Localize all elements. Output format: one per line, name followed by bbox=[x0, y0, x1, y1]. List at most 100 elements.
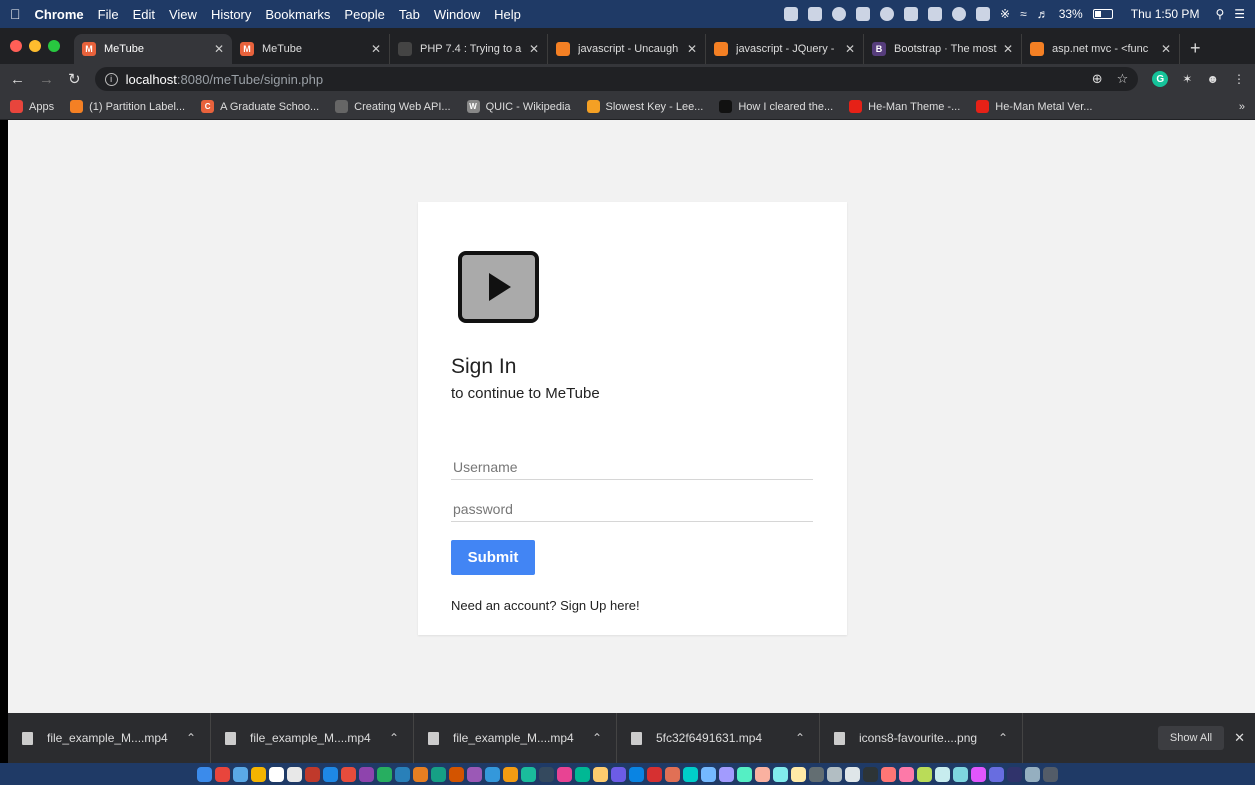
zoom-window-button[interactable] bbox=[48, 40, 60, 52]
dock-app-icon[interactable] bbox=[719, 766, 734, 782]
address-bar[interactable]: i localhost:8080/meTube/signin.php ⊕ ☆ bbox=[94, 67, 1139, 91]
bookmark-item-5[interactable]: Slowest Key - Lee... bbox=[586, 100, 703, 113]
dock-app-icon[interactable] bbox=[665, 766, 680, 782]
status-coffee-icon[interactable] bbox=[928, 7, 943, 21]
dock-app-icon[interactable] bbox=[377, 766, 392, 782]
submit-button[interactable]: Submit bbox=[451, 540, 535, 575]
browser-menu-icon[interactable]: ⋮ bbox=[1233, 72, 1245, 86]
dock-app-icon[interactable] bbox=[287, 766, 302, 782]
show-all-downloads-button[interactable]: Show All bbox=[1157, 726, 1225, 750]
dock-app-icon[interactable] bbox=[935, 766, 950, 782]
bookmark-item-0[interactable]: Apps bbox=[10, 100, 54, 113]
volume-icon[interactable]: ♬ bbox=[1037, 7, 1049, 21]
bookmark-item-7[interactable]: He-Man Theme -... bbox=[849, 100, 960, 113]
close-window-button[interactable] bbox=[10, 40, 22, 52]
tab-6[interactable]: asp.net mvc - <func ✕ bbox=[1022, 34, 1180, 64]
zoom-icon[interactable]: ⊕ bbox=[1092, 71, 1103, 87]
bookmark-item-6[interactable]: How I cleared the... bbox=[719, 100, 833, 113]
download-item-3[interactable]: 5fc32f6491631.mp4 ⌃ bbox=[617, 713, 820, 763]
status-sync-icon[interactable] bbox=[832, 7, 847, 21]
dock-app-icon[interactable] bbox=[359, 766, 374, 782]
site-info-icon[interactable]: i bbox=[104, 72, 118, 86]
dock-app-icon[interactable] bbox=[557, 766, 572, 782]
tab-2[interactable]: PHP 7.4 : Trying to a ✕ bbox=[390, 34, 548, 64]
forward-arrow-icon[interactable]: → bbox=[39, 71, 54, 88]
dock-app-icon[interactable] bbox=[539, 766, 554, 782]
menu-window[interactable]: Window bbox=[434, 7, 480, 22]
status-tool-icon[interactable] bbox=[880, 7, 895, 21]
dock-app-icon[interactable] bbox=[899, 766, 914, 782]
dock-app-icon[interactable] bbox=[233, 766, 248, 782]
dock-app-icon[interactable] bbox=[971, 766, 986, 782]
wifi-icon[interactable]: ≈ bbox=[1020, 7, 1027, 21]
dock-app-icon[interactable] bbox=[683, 766, 698, 782]
download-item-0[interactable]: file_example_M....mp4 ⌃ bbox=[8, 713, 211, 763]
menu-tab[interactable]: Tab bbox=[399, 7, 420, 22]
chevron-up-icon[interactable]: ⌃ bbox=[998, 731, 1008, 745]
download-item-2[interactable]: file_example_M....mp4 ⌃ bbox=[414, 713, 617, 763]
download-item-1[interactable]: file_example_M....mp4 ⌃ bbox=[211, 713, 414, 763]
menu-bookmarks[interactable]: Bookmarks bbox=[265, 7, 330, 22]
username-input[interactable] bbox=[451, 454, 813, 480]
dock-app-icon[interactable] bbox=[881, 766, 896, 782]
tab-close-icon[interactable]: ✕ bbox=[371, 42, 381, 56]
dock-app-icon[interactable] bbox=[773, 766, 788, 782]
dock-app-icon[interactable] bbox=[827, 766, 842, 782]
password-input[interactable] bbox=[451, 496, 813, 522]
signup-link[interactable]: Need an account? Sign Up here! bbox=[451, 598, 640, 613]
bookmarks-overflow-icon[interactable]: » bbox=[1239, 101, 1245, 113]
tab-4[interactable]: javascript - JQuery - ✕ bbox=[706, 34, 864, 64]
dock-app-icon[interactable] bbox=[431, 766, 446, 782]
tab-3[interactable]: javascript - Uncaugh ✕ bbox=[548, 34, 706, 64]
dock-app-icon[interactable] bbox=[629, 766, 644, 782]
status-tool-icon-2[interactable] bbox=[904, 7, 919, 21]
profile-avatar-icon[interactable]: ☻ bbox=[1206, 72, 1219, 86]
dock-app-icon[interactable] bbox=[593, 766, 608, 782]
close-download-shelf-icon[interactable]: ✕ bbox=[1234, 730, 1245, 746]
dock-app-icon[interactable] bbox=[647, 766, 662, 782]
dock-app-icon[interactable] bbox=[863, 766, 878, 782]
spotlight-icon[interactable]: ⚲ bbox=[1215, 7, 1224, 21]
menu-edit[interactable]: Edit bbox=[133, 7, 155, 22]
tab-close-icon[interactable]: ✕ bbox=[1161, 42, 1171, 56]
tab-5[interactable]: B Bootstrap · The most ✕ bbox=[864, 34, 1022, 64]
bookmark-item-3[interactable]: Creating Web API... bbox=[335, 100, 451, 113]
dock-app-icon[interactable] bbox=[395, 766, 410, 782]
bookmark-item-2[interactable]: C A Graduate Schoo... bbox=[201, 100, 319, 113]
chevron-up-icon[interactable]: ⌃ bbox=[592, 731, 602, 745]
dock-app-icon[interactable] bbox=[215, 766, 230, 782]
back-arrow-icon[interactable]: ← bbox=[10, 71, 25, 88]
menu-people[interactable]: People bbox=[344, 7, 384, 22]
grammarly-extension-icon[interactable]: G bbox=[1152, 71, 1169, 87]
apple-menu-icon[interactable]:  bbox=[10, 6, 21, 22]
dock-app-icon[interactable] bbox=[197, 766, 212, 782]
dock-app-icon[interactable] bbox=[989, 766, 1004, 782]
chevron-up-icon[interactable]: ⌃ bbox=[795, 731, 805, 745]
menu-view[interactable]: View bbox=[169, 7, 197, 22]
menubar-clock[interactable]: Thu 1:50 PM bbox=[1131, 7, 1200, 21]
status-shortcut-icon[interactable] bbox=[952, 7, 967, 21]
dock-app-icon[interactable] bbox=[1025, 766, 1040, 782]
dock-app-icon[interactable] bbox=[467, 766, 482, 782]
dock-app-icon[interactable] bbox=[917, 766, 932, 782]
dock-app-icon[interactable] bbox=[809, 766, 824, 782]
menu-help[interactable]: Help bbox=[494, 7, 521, 22]
battery-percent[interactable]: 33% bbox=[1059, 7, 1083, 21]
bookmark-item-8[interactable]: He-Man Metal Ver... bbox=[976, 100, 1092, 113]
dock-app-icon[interactable] bbox=[755, 766, 770, 782]
extensions-puzzle-icon[interactable]: ✶ bbox=[1182, 72, 1192, 86]
tab-0[interactable]: M MeTube ✕ bbox=[74, 34, 232, 64]
dock-app-icon[interactable] bbox=[953, 766, 968, 782]
new-tab-button[interactable]: + bbox=[1180, 34, 1211, 64]
chevron-up-icon[interactable]: ⌃ bbox=[186, 731, 196, 745]
bluetooth-icon[interactable]: ※ bbox=[1000, 7, 1010, 21]
status-app-icon[interactable] bbox=[784, 7, 799, 21]
menu-file[interactable]: File bbox=[98, 7, 119, 22]
dock-app-icon[interactable] bbox=[791, 766, 806, 782]
dock-app-icon[interactable] bbox=[845, 766, 860, 782]
dock-app-icon[interactable] bbox=[485, 766, 500, 782]
airplay-icon[interactable] bbox=[976, 7, 991, 21]
status-vlc-icon[interactable] bbox=[808, 7, 823, 21]
dock-app-icon[interactable] bbox=[521, 766, 536, 782]
tab-close-icon[interactable]: ✕ bbox=[529, 42, 539, 56]
